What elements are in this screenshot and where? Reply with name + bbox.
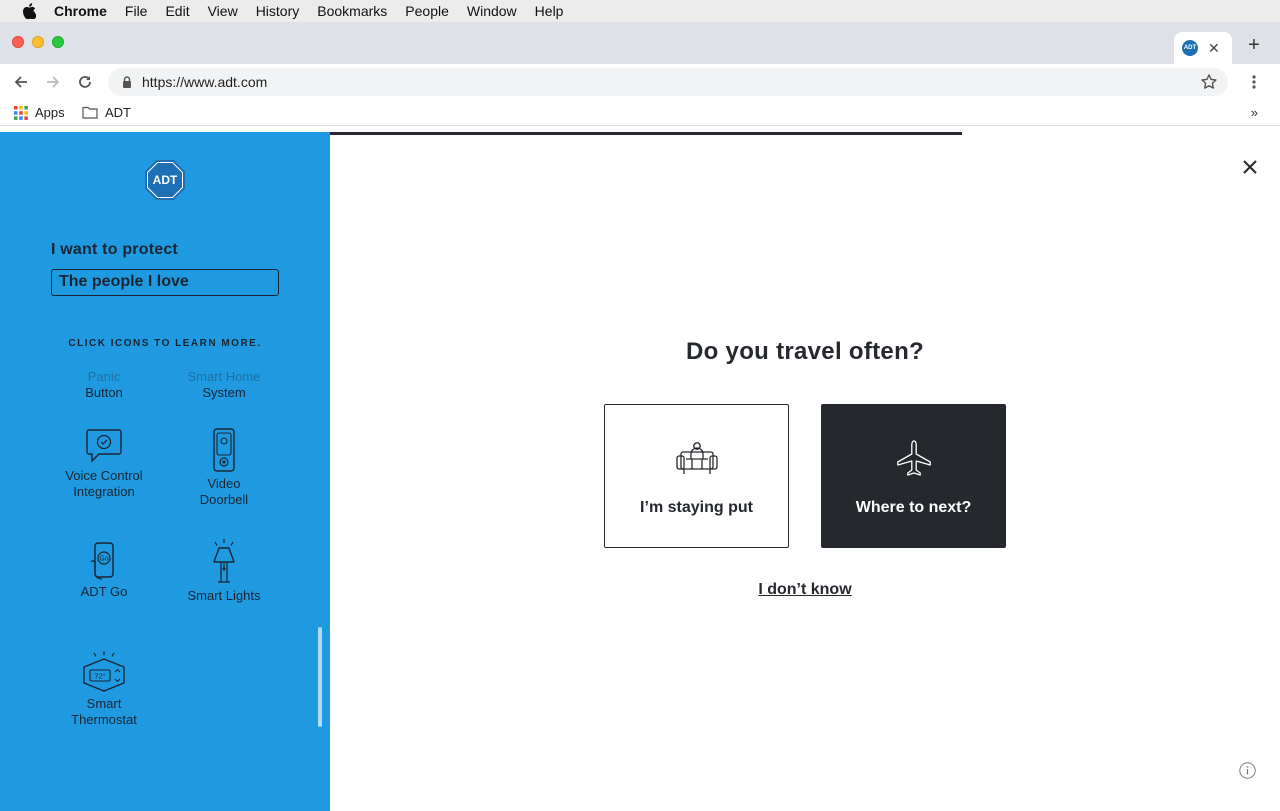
address-bar[interactable]: https://www.adt.com [108, 68, 1228, 96]
bookmark-adt-folder[interactable]: ADT [82, 105, 131, 120]
dont-know-link[interactable]: I don’t know [758, 581, 851, 598]
bookmark-star-icon[interactable] [1200, 73, 1218, 96]
logo-text: ADT [153, 173, 178, 187]
quiz-question: Do you travel often? [685, 338, 925, 365]
bookmark-apps[interactable]: Apps [14, 105, 65, 120]
feature-video-doorbell[interactable]: Video Doorbell [169, 428, 279, 508]
browser-tab-adt[interactable]: ADT ✕ [1174, 32, 1232, 64]
menu-help[interactable]: Help [535, 3, 564, 19]
tab-close-icon[interactable]: ✕ [1208, 40, 1220, 57]
bookmarks-overflow-button[interactable]: » [1251, 105, 1258, 120]
feature-label-line1: Video [207, 476, 241, 491]
feature-adt-go[interactable]: Go ADT Go [49, 542, 159, 600]
info-icon[interactable] [1239, 762, 1256, 779]
apple-icon[interactable] [20, 2, 38, 20]
feature-label-line2: Doorbell [199, 492, 249, 507]
bookmark-adt-label: ADT [105, 105, 131, 120]
menu-window[interactable]: Window [467, 3, 517, 19]
dont-know-wrapper: I don’t know [330, 581, 1280, 599]
browser-toolbar: https://www.adt.com [0, 64, 1280, 100]
option-staying-put-button[interactable]: I’m staying put [604, 404, 789, 548]
feature-label-line2: Button [85, 385, 123, 400]
reload-icon[interactable] [75, 72, 95, 92]
protect-select[interactable]: The people I love [51, 269, 279, 296]
quiz-progress-bar [330, 132, 962, 135]
window-close-button[interactable] [12, 36, 24, 48]
option-where-to-next-label: Where to next? [855, 499, 972, 516]
sidebar-scrollbar[interactable] [318, 627, 322, 727]
option-where-to-next-button[interactable]: Where to next? [821, 404, 1006, 548]
feature-label-line1: Voice Control [65, 468, 143, 483]
airplane-icon [896, 439, 932, 479]
menu-people[interactable]: People [405, 3, 449, 19]
protection-sidebar: ADT I want to protect The people I love … [0, 132, 330, 811]
adt-favicon-icon: ADT [1182, 40, 1198, 56]
lamp-icon [169, 538, 279, 584]
lock-icon[interactable] [120, 75, 134, 89]
chrome-menu-icon[interactable] [1246, 72, 1262, 92]
menu-app-name[interactable]: Chrome [54, 3, 107, 19]
feature-label-line2: Thermostat [71, 712, 137, 727]
thermostat-display-text: 72° [94, 672, 105, 681]
phone-go-icon: Go [49, 542, 159, 580]
feature-smart-home-system[interactable]: Smart Home System [169, 369, 279, 401]
person-on-couch-icon [675, 439, 718, 479]
adt-go-badge-text: Go [99, 556, 108, 563]
forward-arrow-icon[interactable] [43, 72, 63, 92]
doorbell-icon [169, 428, 279, 472]
close-icon[interactable] [1240, 157, 1260, 177]
feature-smart-lights[interactable]: Smart Lights [169, 538, 279, 604]
feature-label-line2: Integration [73, 484, 135, 499]
feature-smart-thermostat[interactable]: 72° Smart Thermostat [49, 650, 159, 728]
folder-icon [82, 106, 98, 119]
menu-bookmarks[interactable]: Bookmarks [317, 3, 387, 19]
back-arrow-icon[interactable] [11, 72, 31, 92]
mac-menu-bar: Chrome File Edit View History Bookmarks … [0, 0, 1280, 22]
tab-strip [0, 22, 1280, 64]
menu-edit[interactable]: Edit [165, 3, 189, 19]
feature-label-line1: ADT Go [80, 584, 128, 599]
adt-logo[interactable]: ADT [144, 159, 186, 201]
feature-label-line2: System [202, 385, 246, 400]
feature-label-line1: Smart [86, 696, 122, 711]
url-text[interactable]: https://www.adt.com [142, 74, 267, 90]
thermostat-icon: 72° [49, 650, 159, 692]
speech-bubble-check-icon [49, 428, 159, 464]
bookmark-apps-label: Apps [35, 105, 65, 120]
feature-label-line1: Smart Lights [187, 588, 261, 603]
protect-label: I want to protect [51, 241, 178, 258]
bookmarks-bar: Apps ADT » [0, 100, 1280, 126]
feature-label-line1: Panic [87, 369, 121, 384]
feature-voice-control[interactable]: Voice Control Integration [49, 428, 159, 500]
new-tab-plus-icon[interactable]: + [1244, 34, 1264, 57]
apps-grid-icon [14, 105, 28, 120]
menu-history[interactable]: History [256, 3, 300, 19]
menu-file[interactable]: File [125, 3, 148, 19]
feature-label-line1: Smart Home [187, 369, 261, 384]
menu-view[interactable]: View [208, 3, 238, 19]
learn-more-hint: CLICK ICONS TO LEARN MORE. [68, 338, 262, 349]
option-staying-put-label: I’m staying put [640, 499, 753, 516]
window-zoom-button[interactable] [52, 36, 64, 48]
feature-panic-button[interactable]: Panic Button [49, 369, 159, 401]
window-minimize-button[interactable] [32, 36, 44, 48]
